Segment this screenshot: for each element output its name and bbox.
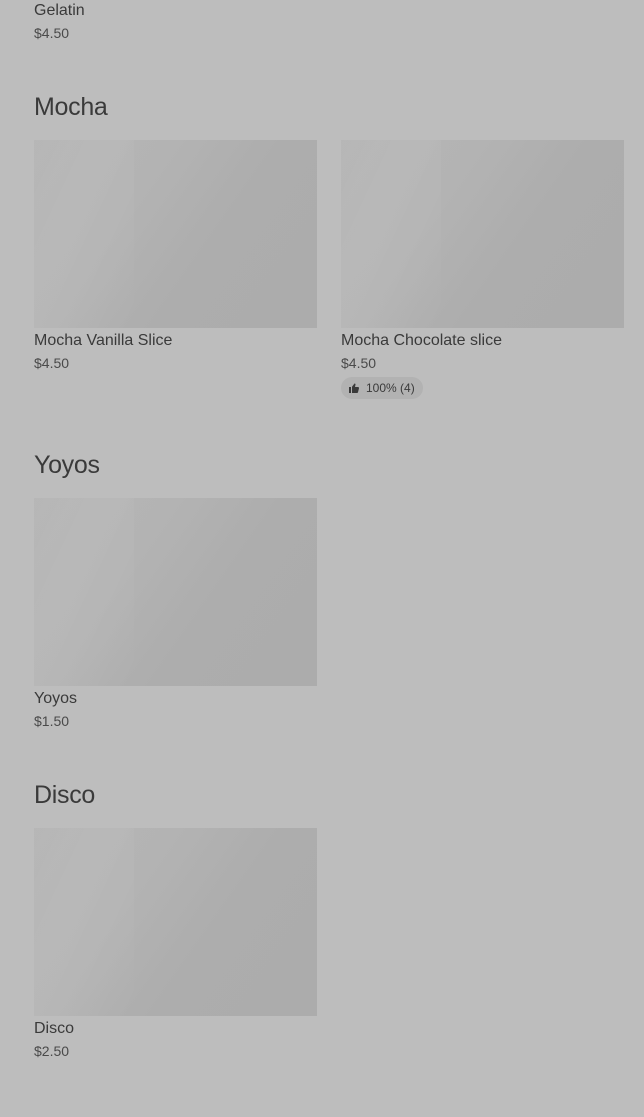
section-title-yoyos: Yoyos bbox=[34, 451, 100, 479]
thumbs-up-icon bbox=[348, 382, 360, 394]
item-image-placeholder bbox=[34, 140, 317, 328]
item-name: Mocha Vanilla Slice bbox=[34, 332, 173, 349]
menu-item-gelatin[interactable]: Gelatin $4.50 bbox=[34, 0, 85, 43]
section-title-disco: Disco bbox=[34, 781, 96, 809]
menu-item-yoyos[interactable]: Yoyos $1.50 bbox=[34, 498, 317, 731]
item-price: $1.50 bbox=[34, 713, 70, 729]
item-name: Mocha Chocolate slice bbox=[341, 332, 502, 349]
item-price: $4.50 bbox=[34, 25, 70, 41]
item-image-placeholder bbox=[34, 828, 317, 1016]
item-name: Gelatin bbox=[34, 2, 85, 19]
item-name: Yoyos bbox=[34, 690, 77, 707]
menu-item-disco[interactable]: Disco $2.50 bbox=[34, 828, 317, 1061]
menu-item-mocha-vanilla-slice[interactable]: Mocha Vanilla Slice $4.50 bbox=[34, 140, 317, 373]
menu-item-mocha-chocolate-slice[interactable]: Mocha Chocolate slice $4.50 100% (4) bbox=[341, 140, 624, 399]
item-price: $4.50 bbox=[34, 355, 70, 371]
item-image-placeholder bbox=[341, 140, 624, 328]
section-title-mocha: Mocha bbox=[34, 93, 108, 121]
rating-text: 100% (4) bbox=[366, 381, 415, 395]
item-image-placeholder bbox=[34, 498, 317, 686]
menu-page: Gelatin $4.50 Mocha Mocha Vanilla Slice … bbox=[0, 0, 644, 1117]
item-price: $2.50 bbox=[34, 1043, 70, 1059]
item-price: $4.50 bbox=[341, 355, 377, 371]
rating-badge: 100% (4) bbox=[341, 377, 423, 399]
item-name: Disco bbox=[34, 1020, 75, 1037]
